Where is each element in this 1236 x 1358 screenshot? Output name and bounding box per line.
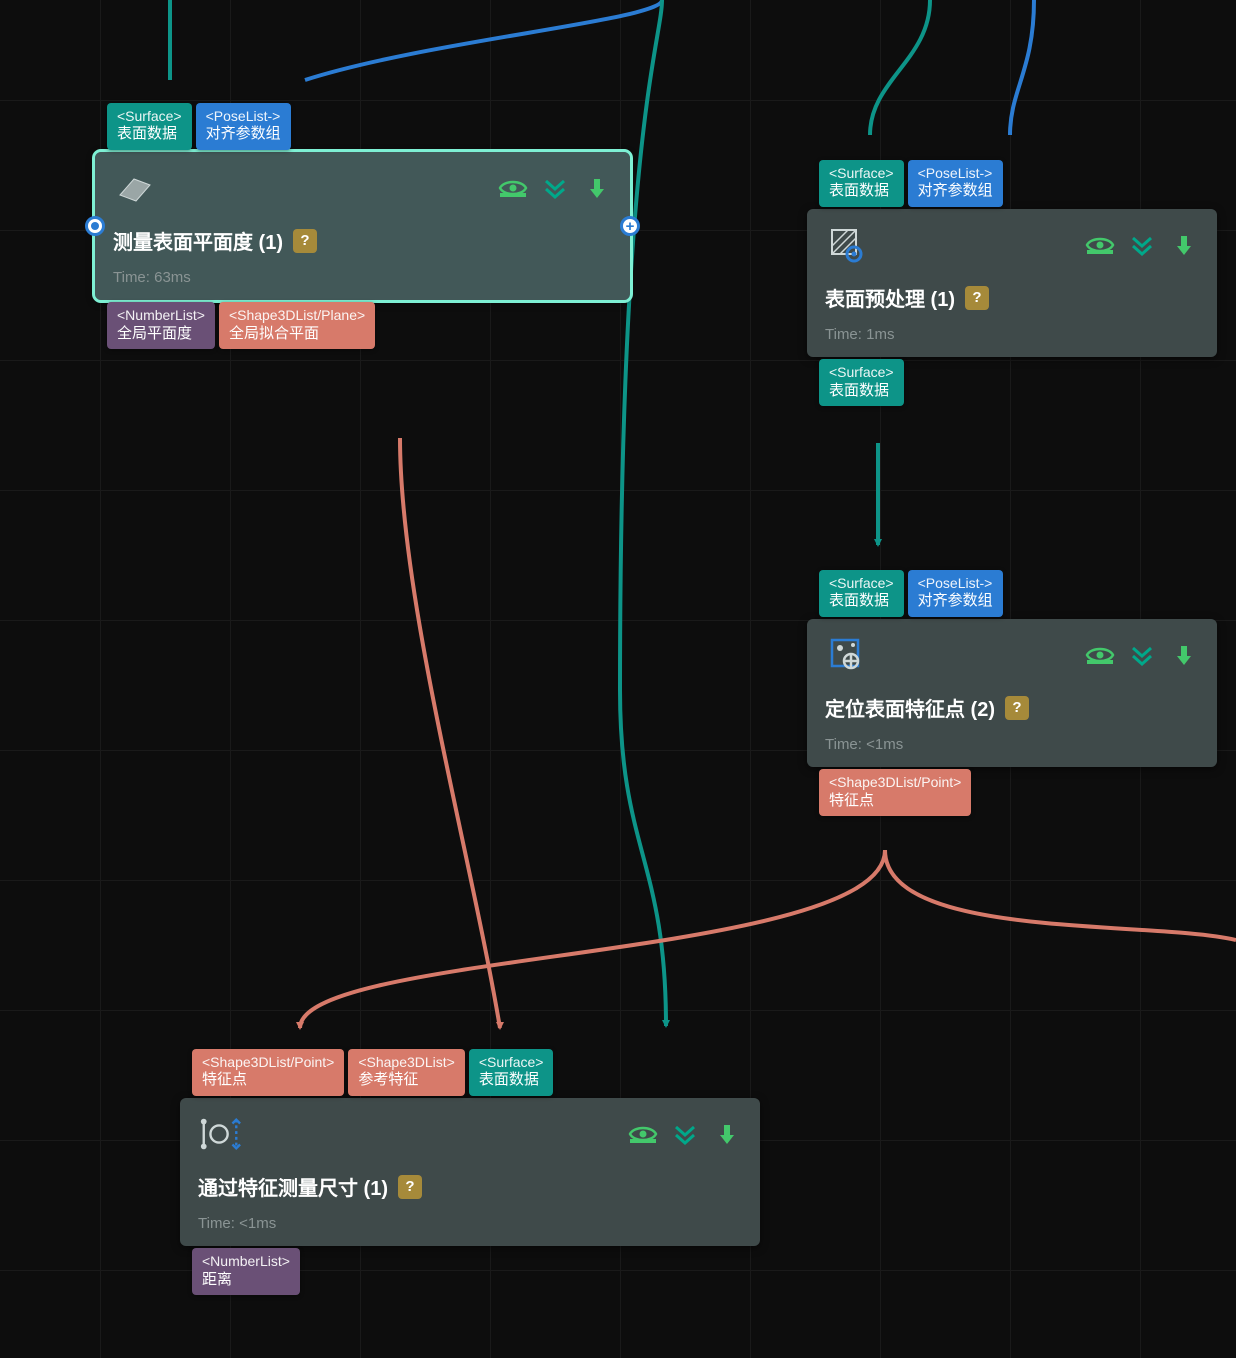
expand-button[interactable] bbox=[540, 175, 570, 201]
input-port-surface[interactable]: <Surface> 表面数据 bbox=[469, 1049, 554, 1096]
help-icon[interactable]: ? bbox=[398, 1175, 422, 1199]
node-locate-feature[interactable]: <Surface> 表面数据 <PoseList-> 对齐参数组 bbox=[807, 619, 1217, 767]
output-port-points[interactable]: <Shape3DList/Point> 特征点 bbox=[819, 769, 971, 816]
run-button[interactable] bbox=[1169, 642, 1199, 668]
node-add-handle[interactable]: + bbox=[620, 216, 640, 236]
run-button[interactable] bbox=[712, 1121, 742, 1147]
node-time: Time: 1ms bbox=[825, 326, 1199, 343]
input-port-poselist[interactable]: <PoseList-> 对齐参数组 bbox=[196, 103, 291, 150]
output-port-distance[interactable]: <NumberList> 距离 bbox=[192, 1248, 300, 1295]
node-time: Time: <1ms bbox=[198, 1215, 742, 1232]
output-ports: <NumberList> 全局平面度 <Shape3DList/Plane> 全… bbox=[107, 302, 375, 349]
input-port-poselist[interactable]: <PoseList-> 对齐参数组 bbox=[908, 570, 1003, 617]
input-ports: <Surface> 表面数据 <PoseList-> 对齐参数组 bbox=[819, 570, 1003, 617]
expand-button[interactable] bbox=[1127, 642, 1157, 668]
node-left-handle[interactable] bbox=[85, 216, 105, 236]
input-port-reference[interactable]: <Shape3DList> 参考特征 bbox=[348, 1049, 465, 1096]
input-port-surface[interactable]: <Surface> 表面数据 bbox=[819, 160, 904, 207]
help-icon[interactable]: ? bbox=[293, 229, 317, 253]
node-title: 通过特征测量尺寸 (1) bbox=[198, 1172, 388, 1201]
preview-button[interactable] bbox=[498, 175, 528, 201]
expand-button[interactable] bbox=[670, 1121, 700, 1147]
surface-preprocess-icon bbox=[825, 223, 869, 267]
output-ports: <NumberList> 距离 bbox=[192, 1248, 300, 1295]
node-time: Time: <1ms bbox=[825, 736, 1199, 753]
locate-point-icon bbox=[825, 633, 869, 677]
output-ports: <Surface> 表面数据 bbox=[819, 359, 904, 406]
run-button[interactable] bbox=[1169, 232, 1199, 258]
output-ports: <Shape3DList/Point> 特征点 bbox=[819, 769, 971, 816]
preview-button[interactable] bbox=[1085, 232, 1115, 258]
output-port-surface[interactable]: <Surface> 表面数据 bbox=[819, 359, 904, 406]
input-ports: <Shape3DList/Point> 特征点 <Shape3DList> 参考… bbox=[192, 1049, 553, 1096]
help-icon[interactable]: ? bbox=[965, 286, 989, 310]
output-port-plane[interactable]: <Shape3DList/Plane> 全局拟合平面 bbox=[219, 302, 375, 349]
preview-button[interactable] bbox=[1085, 642, 1115, 668]
run-button[interactable] bbox=[582, 175, 612, 201]
preview-button[interactable] bbox=[628, 1121, 658, 1147]
node-time: Time: 63ms bbox=[113, 269, 612, 286]
node-surface-preprocess[interactable]: <Surface> 表面数据 <PoseList-> 对齐参数组 bbox=[807, 209, 1217, 357]
node-title: 测量表面平面度 (1) bbox=[113, 226, 283, 255]
input-ports: <Surface> 表面数据 <PoseList-> 对齐参数组 bbox=[107, 103, 291, 150]
surface-plane-icon bbox=[113, 166, 157, 210]
output-port-flatness[interactable]: <NumberList> 全局平面度 bbox=[107, 302, 215, 349]
input-ports: <Surface> 表面数据 <PoseList-> 对齐参数组 bbox=[819, 160, 1003, 207]
node-title: 定位表面特征点 (2) bbox=[825, 693, 995, 722]
input-port-surface[interactable]: <Surface> 表面数据 bbox=[107, 103, 192, 150]
node-measure-dimension[interactable]: <Shape3DList/Point> 特征点 <Shape3DList> 参考… bbox=[180, 1098, 760, 1246]
node-title: 表面预处理 (1) bbox=[825, 283, 955, 312]
dimension-icon bbox=[198, 1112, 242, 1156]
input-port-surface[interactable]: <Surface> 表面数据 bbox=[819, 570, 904, 617]
input-port-points[interactable]: <Shape3DList/Point> 特征点 bbox=[192, 1049, 344, 1096]
expand-button[interactable] bbox=[1127, 232, 1157, 258]
help-icon[interactable]: ? bbox=[1005, 696, 1029, 720]
node-measure-flatness[interactable]: <Surface> 表面数据 <PoseList-> 对齐参数组 + bbox=[95, 152, 630, 300]
input-port-poselist[interactable]: <PoseList-> 对齐参数组 bbox=[908, 160, 1003, 207]
